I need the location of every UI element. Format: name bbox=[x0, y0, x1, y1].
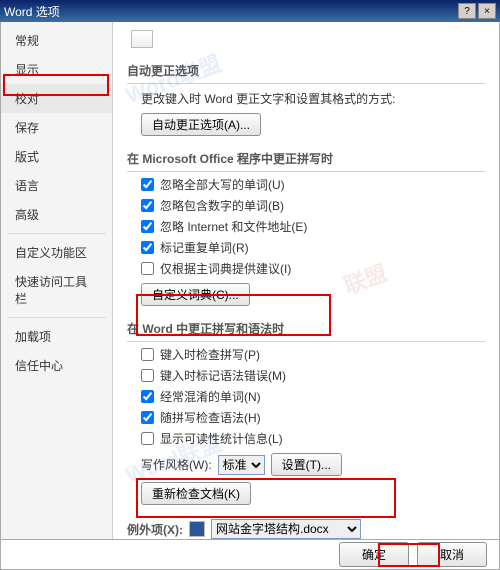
autocorrect-desc: 更改键入时 Word 更正文字和设置其格式的方式: bbox=[141, 90, 395, 107]
section-office-spell: 在 Microsoft Office 程序中更正拼写时 bbox=[127, 146, 485, 172]
word-spell-row: 经常混淆的单词(N) bbox=[141, 388, 485, 405]
exception-doc-select[interactable]: 网站金字塔结构.docx bbox=[211, 519, 361, 539]
office-spell-label: 忽略 Internet 和文件地址(E) bbox=[160, 218, 307, 235]
word-spell-row: 键入时标记语法错误(M) bbox=[141, 367, 485, 384]
section-autocorrect: 自动更正选项 bbox=[127, 58, 485, 84]
office-spell-label: 忽略包含数字的单词(B) bbox=[160, 197, 284, 214]
sidebar-item[interactable]: 加载项 bbox=[1, 322, 112, 351]
sidebar-item[interactable]: 版式 bbox=[1, 142, 112, 171]
word-spell-checkbox[interactable] bbox=[141, 369, 154, 382]
office-spell-row: 仅根据主词典提供建议(I) bbox=[141, 260, 485, 277]
word-spell-label: 键入时检查拼写(P) bbox=[160, 346, 260, 363]
sidebar-item[interactable]: 高级 bbox=[1, 200, 112, 229]
word-doc-icon bbox=[189, 521, 205, 537]
word-spell-label: 随拼写检查语法(H) bbox=[160, 409, 261, 426]
content-pane: Word联盟 联盟 Word联盟 自动更正选项 更改键入时 Word 更正文字和… bbox=[113, 22, 499, 539]
office-spell-checkbox[interactable] bbox=[141, 241, 154, 254]
writing-style-select[interactable]: 标准 bbox=[218, 455, 265, 475]
sidebar-item[interactable]: 语言 bbox=[1, 171, 112, 200]
office-spell-checkbox[interactable] bbox=[141, 178, 154, 191]
sidebar: 常规显示校对保存版式语言高级自定义功能区快速访问工具栏加载项信任中心 bbox=[1, 22, 113, 539]
dialog-body: 常规显示校对保存版式语言高级自定义功能区快速访问工具栏加载项信任中心 Word联… bbox=[0, 22, 500, 540]
titlebar: Word 选项 ? × bbox=[0, 0, 500, 22]
office-spell-checkbox[interactable] bbox=[141, 199, 154, 212]
sidebar-item[interactable]: 信任中心 bbox=[1, 351, 112, 380]
office-spell-checkbox[interactable] bbox=[141, 220, 154, 233]
abc-icon bbox=[131, 30, 153, 48]
office-spell-row: 忽略全部大写的单词(U) bbox=[141, 176, 485, 193]
word-spell-label: 键入时标记语法错误(M) bbox=[160, 367, 286, 384]
office-spell-row: 标记重复单词(R) bbox=[141, 239, 485, 256]
ok-button[interactable]: 确定 bbox=[339, 542, 409, 567]
recheck-button[interactable]: 重新检查文档(K) bbox=[141, 482, 251, 505]
sidebar-item[interactable]: 保存 bbox=[1, 113, 112, 142]
word-spell-checkbox[interactable] bbox=[141, 432, 154, 445]
settings-button[interactable]: 设置(T)... bbox=[271, 453, 342, 476]
cancel-button[interactable]: 取消 bbox=[417, 542, 487, 567]
word-spell-label: 显示可读性统计信息(L) bbox=[160, 430, 283, 447]
word-spell-row: 随拼写检查语法(H) bbox=[141, 409, 485, 426]
sidebar-item[interactable]: 校对 bbox=[1, 84, 112, 113]
word-spell-label: 经常混淆的单词(N) bbox=[160, 388, 261, 405]
sidebar-item[interactable]: 自定义功能区 bbox=[1, 238, 112, 267]
help-button[interactable]: ? bbox=[458, 3, 476, 19]
autocorrect-options-button[interactable]: 自动更正选项(A)... bbox=[141, 113, 261, 136]
word-spell-row: 显示可读性统计信息(L) bbox=[141, 430, 485, 447]
office-spell-row: 忽略包含数字的单词(B) bbox=[141, 197, 485, 214]
window-title: Word 选项 bbox=[4, 3, 456, 20]
section-exceptions: 例外项(X): 网站金字塔结构.docx bbox=[127, 515, 485, 539]
sidebar-item[interactable]: 常规 bbox=[1, 26, 112, 55]
word-spell-row: 键入时检查拼写(P) bbox=[141, 346, 485, 363]
word-spell-checkbox[interactable] bbox=[141, 411, 154, 424]
custom-dict-button[interactable]: 自定义词典(C)... bbox=[141, 283, 250, 306]
office-spell-label: 仅根据主词典提供建议(I) bbox=[160, 260, 291, 277]
sidebar-item[interactable]: 快速访问工具栏 bbox=[1, 267, 112, 313]
footer: 确定 取消 bbox=[0, 540, 500, 570]
section-word-spell: 在 Word 中更正拼写和语法时 bbox=[127, 316, 485, 342]
office-spell-label: 忽略全部大写的单词(U) bbox=[160, 176, 285, 193]
close-button[interactable]: × bbox=[478, 3, 496, 19]
office-spell-checkbox[interactable] bbox=[141, 262, 154, 275]
office-spell-row: 忽略 Internet 和文件地址(E) bbox=[141, 218, 485, 235]
office-spell-label: 标记重复单词(R) bbox=[160, 239, 249, 256]
writing-style-label: 写作风格(W): bbox=[141, 456, 212, 473]
word-spell-checkbox[interactable] bbox=[141, 390, 154, 403]
word-spell-checkbox[interactable] bbox=[141, 348, 154, 361]
sidebar-item[interactable]: 显示 bbox=[1, 55, 112, 84]
